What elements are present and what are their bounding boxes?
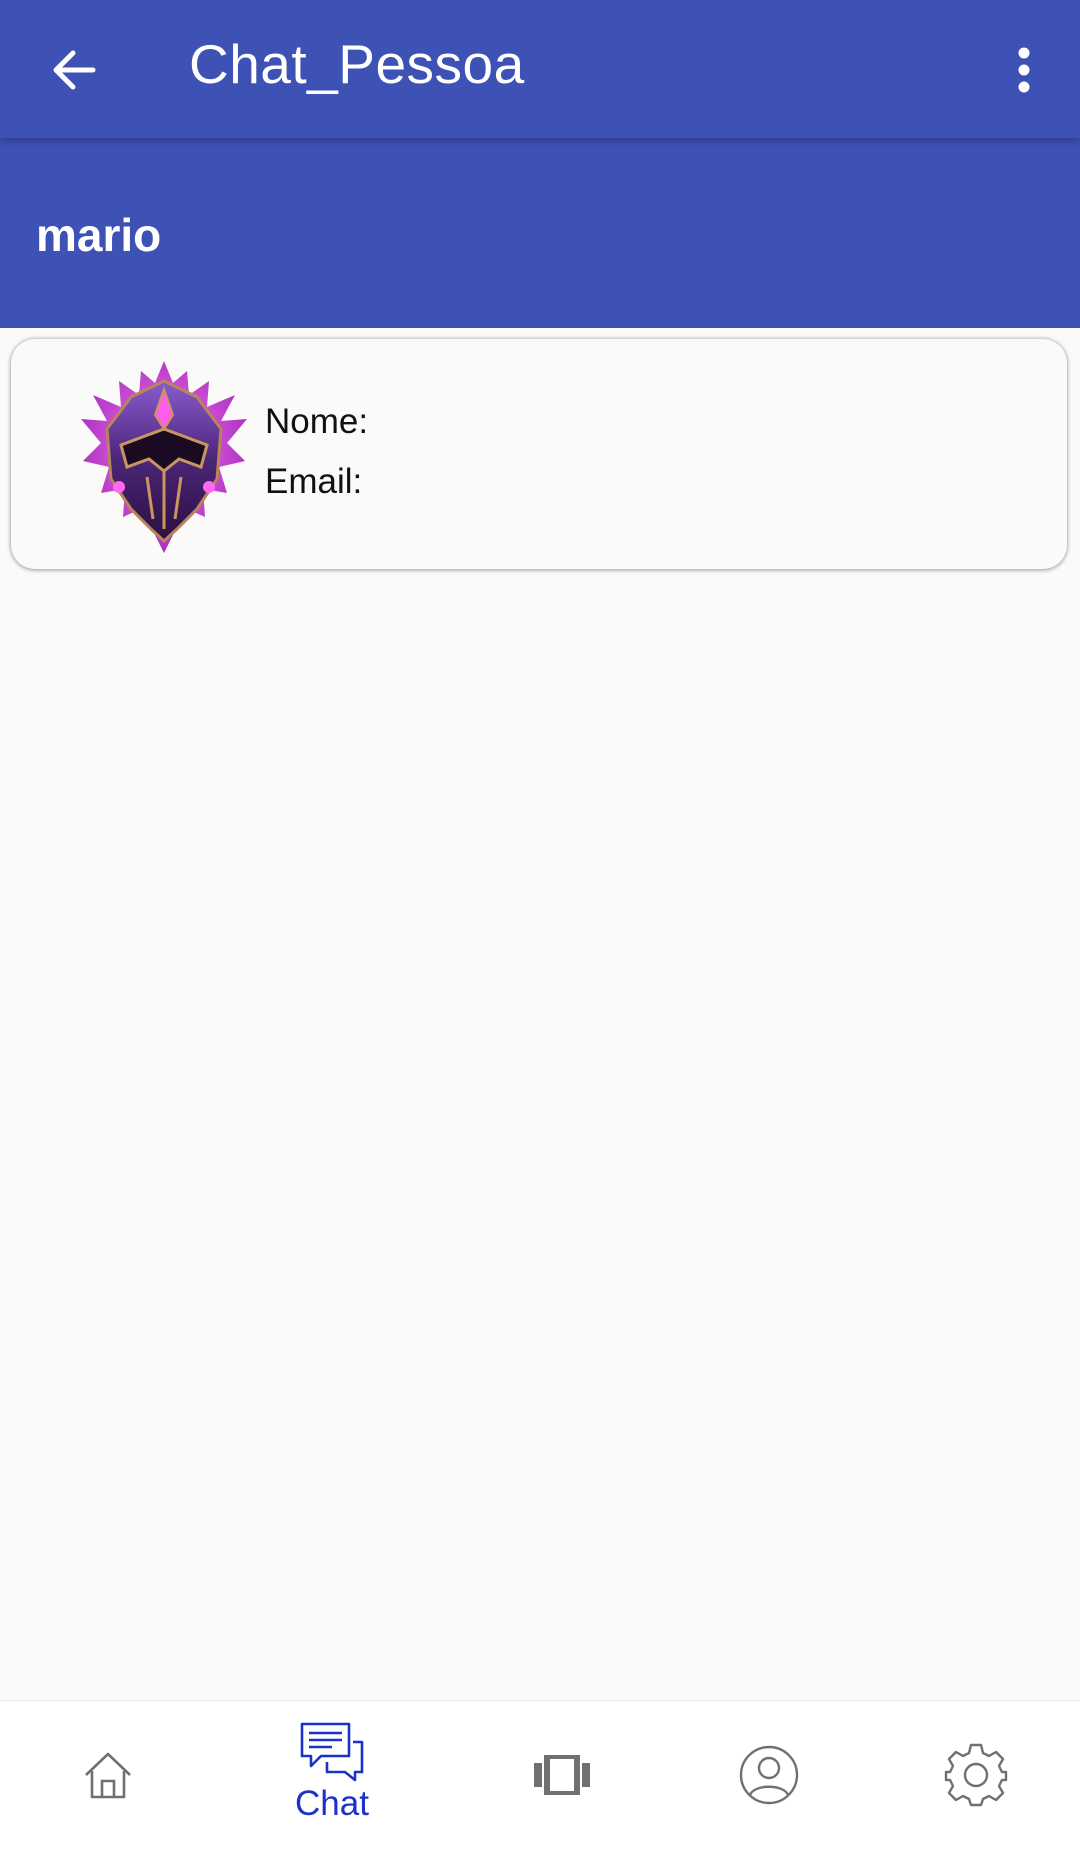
carousel-icon	[534, 1755, 590, 1795]
arrow-left-icon	[53, 50, 96, 90]
home-icon	[85, 1752, 131, 1799]
user-header: mario	[0, 138, 1080, 328]
app-title: Chat_Pessoa	[189, 33, 525, 95]
settings-icon	[944, 1743, 1008, 1807]
profile-icon	[739, 1745, 799, 1805]
nav-carousel[interactable]	[454, 1701, 670, 1849]
nav-chat-label: Chat	[295, 1784, 369, 1823]
profile-card[interactable]: Nome: Email:	[11, 339, 1067, 569]
nav-home[interactable]	[0, 1701, 216, 1849]
purple-crest-avatar	[81, 361, 247, 553]
bottom-navigation: Chat	[0, 1700, 1080, 1849]
overflow-menu-button[interactable]	[1000, 36, 1048, 104]
user-name: mario	[36, 209, 162, 261]
chat-icon	[300, 1722, 364, 1782]
email-label: Email:	[265, 462, 363, 501]
name-label: Nome:	[265, 402, 369, 441]
app-bar: Chat_Pessoa	[0, 0, 1080, 138]
nav-chat[interactable]: Chat	[224, 1701, 440, 1849]
more-vertical-icon	[1018, 47, 1030, 93]
nav-settings[interactable]	[868, 1701, 1080, 1849]
nav-profile[interactable]	[661, 1701, 877, 1849]
back-button[interactable]	[40, 36, 108, 104]
